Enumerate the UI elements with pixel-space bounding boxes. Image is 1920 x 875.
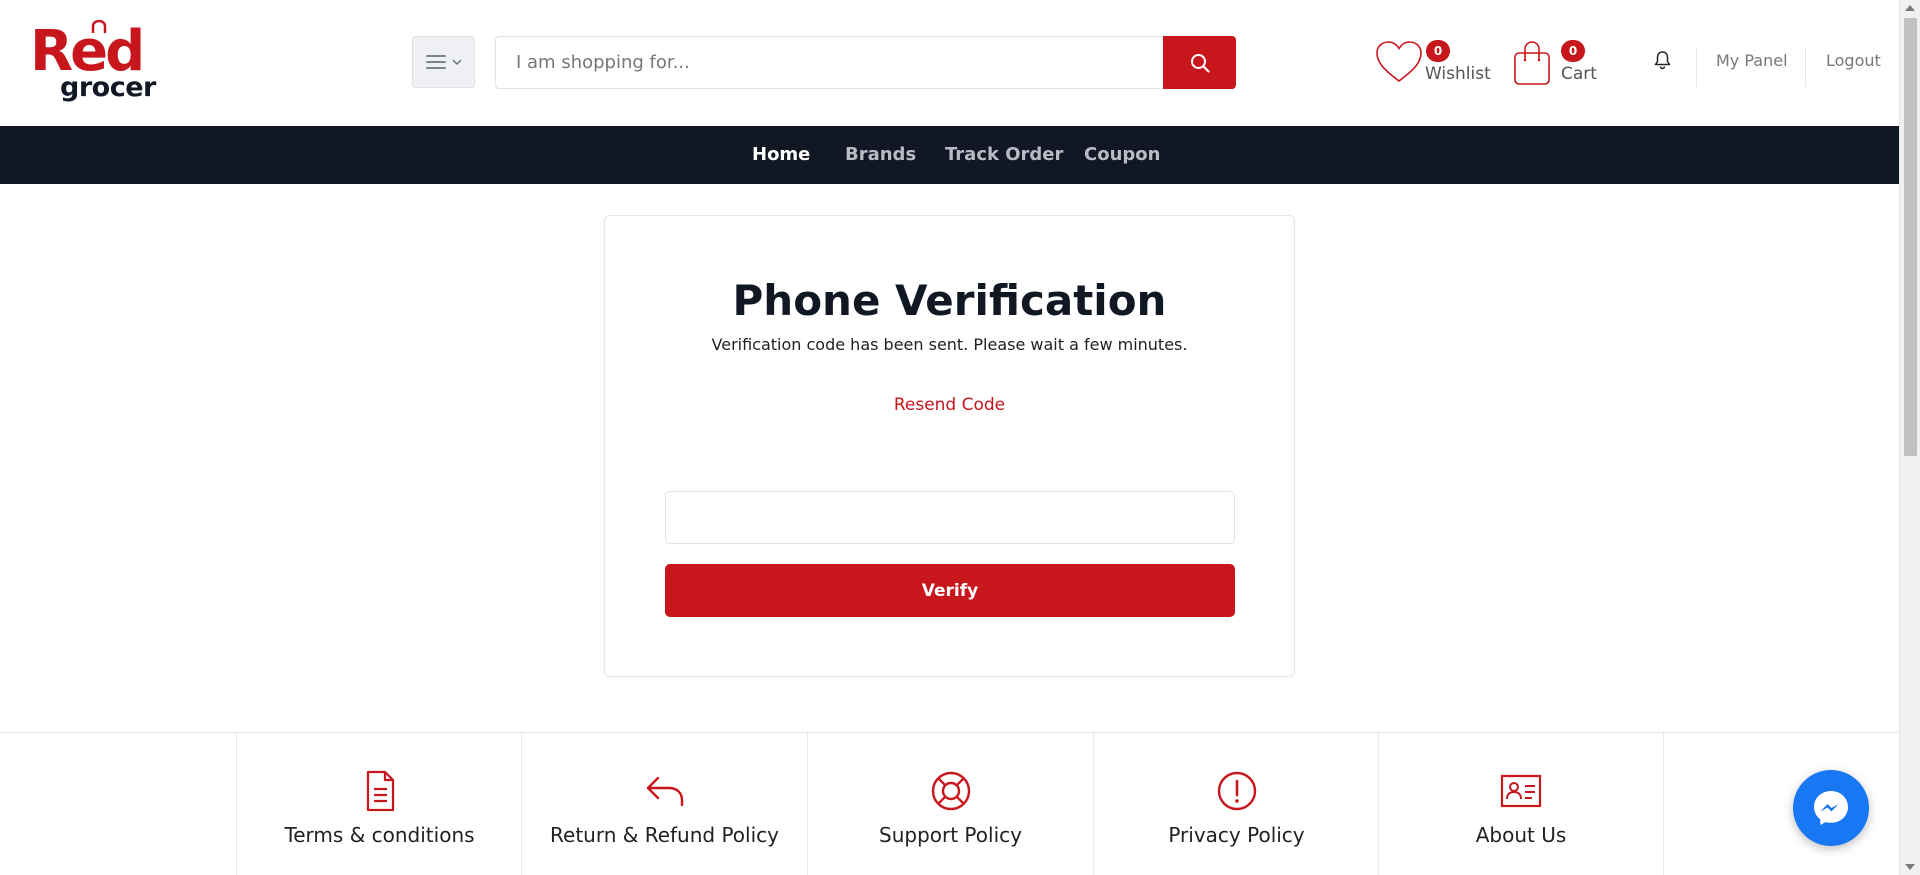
main-navigation: Home Brands Track Order Coupon <box>0 126 1899 184</box>
logo-text-bottom: grocer <box>60 72 156 103</box>
cart-link[interactable]: 0 Cart <box>1511 38 1611 90</box>
messenger-chat-button[interactable] <box>1793 770 1869 846</box>
search-input[interactable] <box>495 36 1164 89</box>
policy-privacy[interactable]: Privacy Policy <box>1093 733 1379 875</box>
logout-link[interactable]: Logout <box>1826 51 1881 70</box>
chevron-down-icon <box>451 58 462 65</box>
policy-label: About Us <box>1475 823 1567 847</box>
scroll-down-arrow-icon[interactable] <box>1905 864 1915 870</box>
heart-icon <box>1376 41 1422 83</box>
nav-item-home[interactable]: Home <box>752 144 810 165</box>
wishlist-link[interactable]: 0 Wishlist <box>1372 38 1492 90</box>
search-button[interactable] <box>1163 36 1236 89</box>
id-card-icon <box>1500 774 1542 808</box>
nav-item-coupon[interactable]: Coupon <box>1084 144 1160 165</box>
policy-return-refund[interactable]: Return & Refund Policy <box>521 733 807 875</box>
category-menu-button[interactable] <box>412 36 475 88</box>
phone-verification-card: Phone Verification Verification code has… <box>604 215 1295 677</box>
header-divider <box>1696 47 1697 87</box>
verification-code-input[interactable] <box>665 491 1235 544</box>
wishlist-count-badge: 0 <box>1426 40 1450 62</box>
policy-support[interactable]: Support Policy <box>807 733 1093 875</box>
site-header: Red grocer 0 Wishlist 0 Cart <box>0 0 1899 126</box>
reply-arrow-icon <box>646 776 683 807</box>
my-panel-link[interactable]: My Panel <box>1716 51 1788 70</box>
policy-label: Terms & conditions <box>284 823 475 847</box>
policy-terms[interactable]: Terms & conditions <box>236 733 522 875</box>
bell-icon <box>1654 51 1671 70</box>
resend-code-link[interactable]: Resend Code <box>605 395 1294 415</box>
lifebuoy-icon <box>931 771 970 811</box>
policy-label: Return & Refund Policy <box>550 823 779 847</box>
scroll-up-arrow-icon[interactable] <box>1905 5 1915 11</box>
cart-label: Cart <box>1561 64 1597 84</box>
nav-item-track-order[interactable]: Track Order <box>945 144 1063 165</box>
hamburger-menu-icon <box>425 55 446 69</box>
footer-policies: Terms & conditions Return & Refund Polic… <box>0 732 1899 875</box>
messenger-icon <box>1814 791 1848 825</box>
site-logo[interactable]: Red grocer <box>30 20 156 106</box>
shopping-bag-icon <box>1514 41 1550 85</box>
nav-item-brands[interactable]: Brands <box>845 144 916 165</box>
verify-button[interactable]: Verify <box>665 564 1235 617</box>
scrollbar-thumb[interactable] <box>1904 18 1917 456</box>
page-title: Phone Verification <box>732 276 1167 325</box>
search-icon <box>1190 53 1210 73</box>
wishlist-label: Wishlist <box>1425 64 1491 84</box>
header-divider <box>1805 47 1806 87</box>
verification-message: Verification code has been sent. Please … <box>711 335 1188 354</box>
page-scrollbar[interactable] <box>1899 0 1920 875</box>
document-icon <box>366 770 394 812</box>
policy-label: Support Policy <box>879 823 1022 847</box>
alert-circle-icon <box>1217 771 1256 811</box>
policy-label: Privacy Policy <box>1168 823 1305 847</box>
policy-about-us[interactable]: About Us <box>1378 733 1664 875</box>
cart-count-badge: 0 <box>1561 40 1585 62</box>
notifications-button[interactable] <box>1654 50 1671 74</box>
